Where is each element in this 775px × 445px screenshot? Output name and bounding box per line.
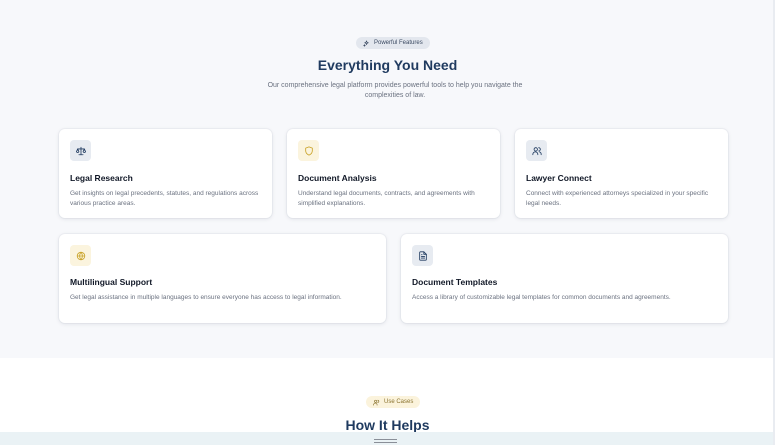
icon-container (298, 140, 319, 161)
card-description: Access a library of customizable legal t… (412, 294, 671, 301)
section-title: Everything You Need (317, 57, 458, 73)
card-title: Document Analysis (298, 173, 377, 183)
globe-icon (76, 251, 85, 260)
powerful-features-badge: Powerful Features (356, 37, 430, 49)
use-cases-badge: Use Cases (366, 396, 421, 408)
icon-container (70, 245, 91, 266)
scale-icon (75, 146, 86, 155)
badge-label: Use Cases (384, 399, 414, 405)
card-title: Document Templates (412, 277, 498, 287)
card-description: Connect with experienced attorneys speci… (526, 190, 709, 207)
feature-card-document-analysis[interactable]: Document Analysis Understand legal docum… (287, 129, 500, 218)
card-title: Multilingual Support (70, 277, 153, 287)
users-icon (531, 146, 542, 155)
drag-handle[interactable] (374, 439, 397, 444)
card-description: Understand legal documents, contracts, a… (298, 190, 475, 207)
feature-card-document-templates[interactable]: Document Templates Access a library of c… (401, 234, 728, 323)
section-subtitle: Our comprehensive legal platform provide… (267, 82, 523, 99)
users-icon (373, 399, 380, 405)
sparkles-icon (363, 40, 369, 47)
feature-card-lawyer-connect[interactable]: Lawyer Connect Connect with experienced … (515, 129, 728, 218)
file-text-icon (418, 250, 427, 261)
icon-container (70, 140, 91, 161)
card-title: Legal Research (70, 173, 133, 183)
card-description: Get legal assistance in multiple languag… (70, 294, 342, 301)
badge-label: Powerful Features (374, 40, 423, 46)
feature-card-multilingual-support[interactable]: Multilingual Support Get legal assistanc… (59, 234, 386, 323)
features-section: Powerful Features Everything You Need Ou… (0, 0, 775, 358)
icon-container (412, 245, 433, 266)
how-it-helps-title: How It Helps (345, 417, 430, 433)
feature-card-legal-research[interactable]: Legal Research Get insights on legal pre… (59, 129, 272, 218)
icon-container (526, 140, 547, 161)
card-description: Get insights on legal precedents, statut… (70, 190, 259, 207)
card-title: Lawyer Connect (526, 173, 592, 183)
shield-icon (304, 145, 313, 156)
